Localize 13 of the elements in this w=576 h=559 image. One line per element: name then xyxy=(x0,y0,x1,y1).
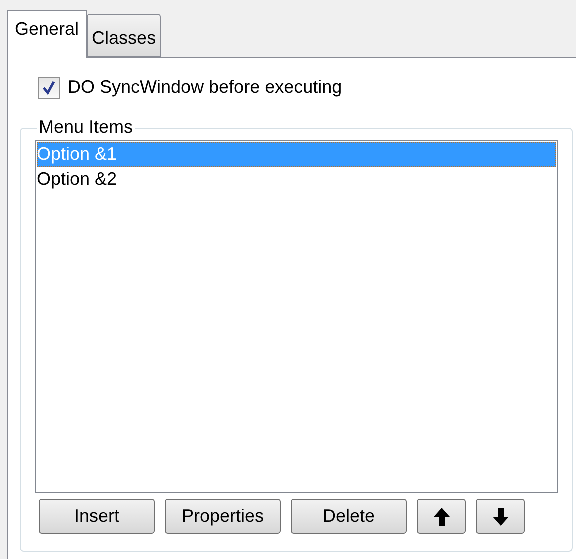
check-icon xyxy=(42,80,56,94)
checkbox-label: DO SyncWindow before executing xyxy=(68,76,342,99)
move-up-button[interactable] xyxy=(417,499,466,534)
insert-button[interactable]: Insert xyxy=(39,499,155,534)
list-item[interactable]: Option &2 xyxy=(37,167,556,192)
move-down-button[interactable] xyxy=(476,499,525,534)
down-arrow-icon xyxy=(492,508,508,526)
properties-button[interactable]: Properties xyxy=(165,499,281,534)
tab[interactable]: Classes xyxy=(87,14,162,57)
tab[interactable]: General xyxy=(7,10,88,58)
checkbox[interactable] xyxy=(38,76,60,98)
up-arrow-icon xyxy=(434,508,450,526)
delete-button[interactable]: Delete xyxy=(291,499,407,534)
